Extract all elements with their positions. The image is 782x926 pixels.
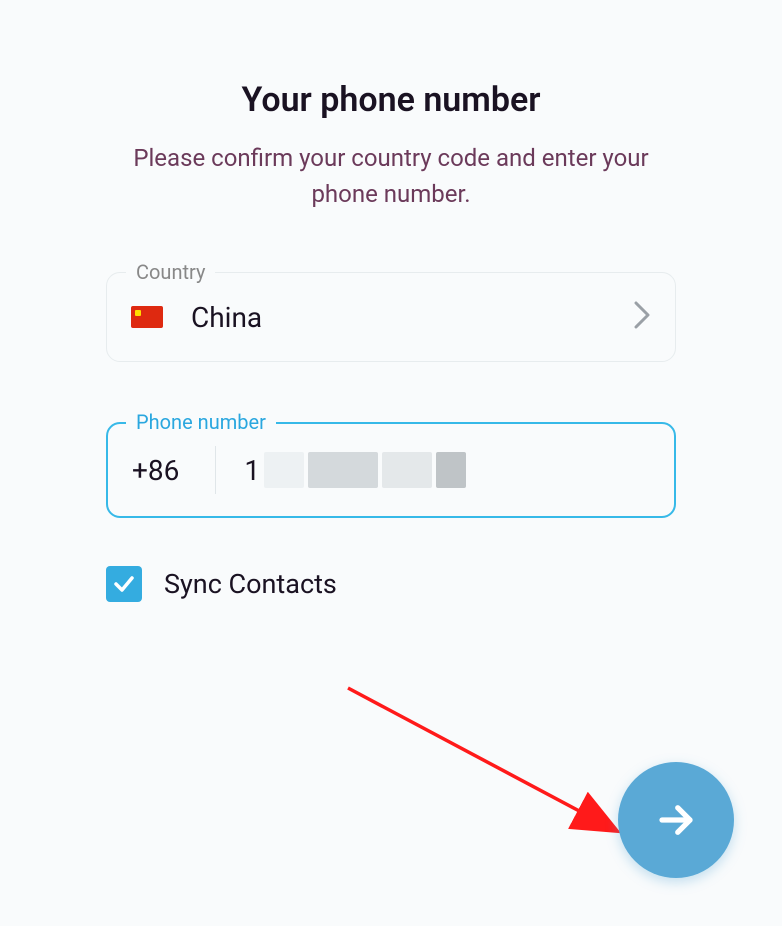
sync-contacts-row: Sync Contacts	[106, 566, 676, 602]
country-selector[interactable]: China	[106, 272, 676, 362]
page-subtitle: Please confirm your country code and ent…	[131, 140, 651, 212]
redacted-phone	[264, 452, 466, 488]
phone-label: Phone number	[126, 410, 276, 434]
arrow-right-icon	[655, 799, 697, 841]
country-label: Country	[126, 260, 215, 284]
sync-contacts-label: Sync Contacts	[164, 568, 337, 600]
phone-input-box[interactable]: +86 1	[106, 422, 676, 518]
phone-leading-digit: 1	[244, 454, 260, 487]
phone-field: Phone number +86 1	[106, 422, 676, 518]
phone-number-input[interactable]: 1	[216, 446, 650, 494]
next-button[interactable]	[618, 762, 734, 878]
annotation-arrow-icon	[340, 680, 650, 880]
page-title: Your phone number	[242, 80, 541, 120]
china-flag-icon	[131, 306, 163, 328]
country-field: Country China	[106, 272, 676, 362]
sync-contacts-checkbox[interactable]	[106, 566, 142, 602]
country-name: China	[191, 301, 633, 334]
chevron-right-icon	[633, 300, 651, 334]
dial-code: +86	[132, 446, 216, 494]
